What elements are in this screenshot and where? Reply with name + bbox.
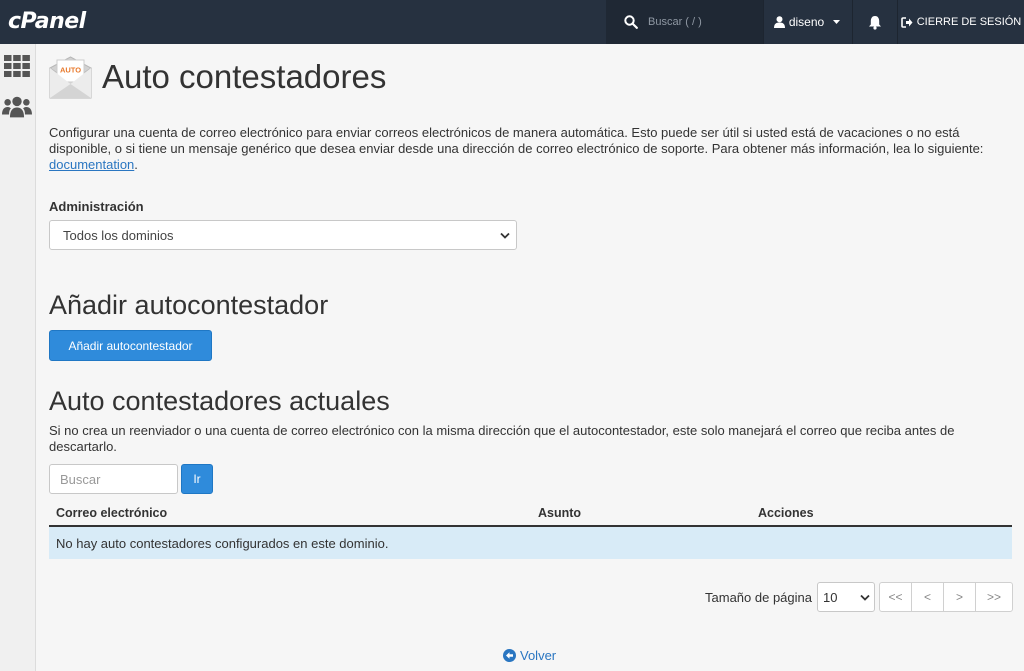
page-title: Auto contestadores xyxy=(102,58,387,95)
autoresponder-envelope-icon: AUTO xyxy=(49,55,92,98)
main-content: AUTO Auto contestadores Configurar una c… xyxy=(49,44,1013,663)
intro-text: Configurar una cuenta de correo electrón… xyxy=(49,125,1009,173)
chevron-down-icon xyxy=(860,594,870,601)
column-email[interactable]: Correo electrónico xyxy=(56,506,538,520)
first-page-button[interactable]: << xyxy=(879,582,912,612)
grid-icon xyxy=(4,55,30,77)
caret-down-icon xyxy=(833,20,841,24)
column-subject[interactable]: Asunto xyxy=(538,506,758,520)
page-size-label: Tamaño de página xyxy=(705,589,812,605)
global-search-input[interactable] xyxy=(648,16,758,28)
previous-page-button[interactable]: < xyxy=(911,582,944,612)
chevron-down-icon xyxy=(500,232,510,239)
pagination-buttons: << < > >> xyxy=(879,582,1013,612)
sidebar-tools-button[interactable] xyxy=(2,53,32,79)
logout-icon xyxy=(900,16,913,28)
add-autoresponder-button[interactable]: Añadir autocontestador xyxy=(49,330,212,361)
search-icon xyxy=(624,15,638,29)
global-search[interactable] xyxy=(606,0,763,44)
page-header: AUTO Auto contestadores xyxy=(49,54,1013,100)
page-size-value: 10 xyxy=(823,589,838,605)
current-autoresponders-heading: Auto contestadores actuales xyxy=(49,386,390,416)
sidebar-users-button[interactable] xyxy=(2,94,32,120)
domain-select-value: Todos los dominios xyxy=(63,227,174,243)
last-page-button[interactable]: >> xyxy=(975,582,1013,612)
auto-badge-text: AUTO xyxy=(60,65,81,74)
back-label: Volver xyxy=(520,648,557,663)
user-icon xyxy=(773,16,785,28)
pagination: Tamaño de página 10 << < > >> xyxy=(705,582,1013,612)
current-autoresponders-description: Si no crea un reenviador o una cuenta de… xyxy=(49,423,955,454)
logout-button[interactable]: CIERRE DE SESIÓN xyxy=(897,0,1024,44)
back-link[interactable]: Volver xyxy=(503,648,556,663)
column-actions: Acciones xyxy=(758,505,814,520)
go-button[interactable]: Ir xyxy=(181,464,213,494)
autoresponders-table: Correo electrónico Asunto Acciones No ha… xyxy=(49,500,1012,559)
notifications-button[interactable] xyxy=(852,0,897,44)
table-header: Correo electrónico Asunto Acciones xyxy=(49,500,1012,527)
add-autoresponder-heading: Añadir autocontestador xyxy=(49,290,329,320)
administration-label: Administración xyxy=(49,199,144,214)
domain-select[interactable]: Todos los dominios xyxy=(49,220,517,250)
next-page-button[interactable]: > xyxy=(943,582,976,612)
users-icon xyxy=(2,96,32,118)
user-menu[interactable]: diseno xyxy=(763,0,852,44)
search-row: Buscar Ir xyxy=(49,464,1013,494)
bell-icon xyxy=(869,15,881,30)
sidebar xyxy=(0,44,36,671)
username: diseno xyxy=(788,15,825,29)
cpanel-logo[interactable]: cPanel xyxy=(0,0,606,44)
page-size-select[interactable]: 10 xyxy=(817,582,875,612)
documentation-link[interactable]: documentation xyxy=(49,157,134,172)
logout-label: CIERRE DE SESIÓN xyxy=(916,16,1022,28)
arrow-left-circle-icon xyxy=(503,649,516,662)
intro-body: Configurar una cuenta de correo electrón… xyxy=(49,125,984,156)
intro-period: . xyxy=(134,157,138,172)
top-navbar: cPanel diseno CIERRE DE SESIÓN xyxy=(0,0,1024,44)
autoresponder-search-input[interactable]: Buscar xyxy=(49,464,178,494)
empty-table-message: No hay auto contestadores configurados e… xyxy=(49,527,1012,559)
